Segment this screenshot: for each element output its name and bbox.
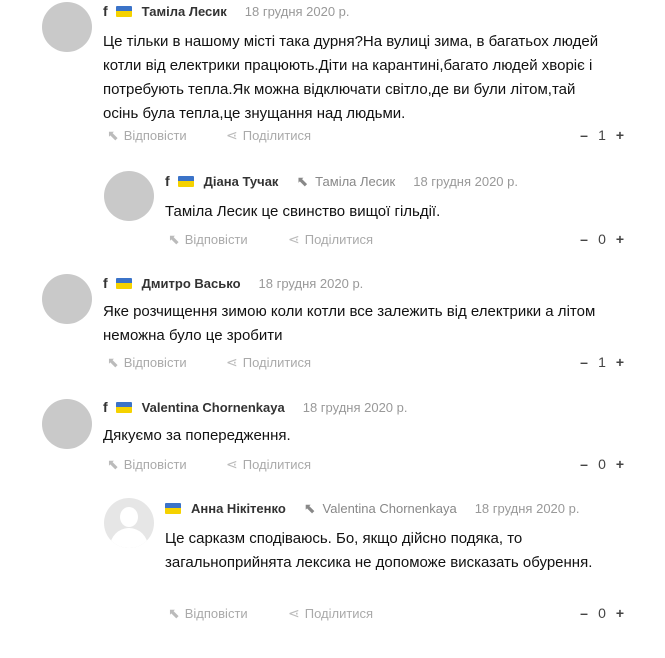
reply-button[interactable]: ⬉ Відповісти [107,354,187,371]
share-icon: ⋖ [226,456,238,472]
vote-control: – 1 + [577,354,627,370]
upvote-button[interactable]: + [613,127,627,143]
comment-actions: ⬉ Відповісти ⋖ Поділитися – 0 + [0,605,665,625]
comment-meta: Анна Нікітенко ⬉ Valentina Chornenkaya 18… [165,498,579,518]
share-button[interactable]: ⋖ Поділитися [288,605,373,622]
comment-actions: ⬉ Відповісти ⋖ Поділитися – 1 + [0,127,665,147]
reply-button[interactable]: ⬉ Відповісти [168,605,248,622]
comment-date[interactable]: 18 грудня 2020 р. [413,174,518,189]
downvote-button[interactable]: – [577,605,591,621]
avatar[interactable] [42,274,92,324]
avatar[interactable] [104,171,154,221]
vote-control: – 0 + [577,456,627,472]
reply-arrow-icon: ⬉ [296,172,309,189]
comment-text: Це тільки в нашому місті така дурня?На в… [103,33,599,122]
ukraine-flag-icon [177,175,194,187]
author-name[interactable]: Таміла Лесик [142,4,227,19]
share-icon: ⋖ [226,127,238,143]
comment-actions: ⬉ Відповісти ⋖ Поділитися – 0 + [0,231,665,251]
comment-actions: ⬉ Відповісти ⋖ Поділитися – 1 + [0,354,665,374]
comment-meta: f Діана Тучак ⬉ Таміла Лесик 18 грудня 20… [165,171,518,191]
vote-count: 0 [598,605,606,621]
facebook-icon: f [165,173,170,189]
share-button[interactable]: ⋖ Поділитися [288,231,373,248]
reply-arrow-icon: ⬉ [168,605,180,621]
avatar[interactable] [42,2,92,52]
reply-to[interactable]: ⬉ Valentina Chornenkaya [304,500,457,517]
reply-arrow-icon: ⬉ [168,231,180,247]
comment-date[interactable]: 18 грудня 2020 р. [259,276,364,291]
comment-text: Яке розчищення зимою коли котли все зале… [103,303,596,344]
reply-button[interactable]: ⬉ Відповісти [107,127,187,144]
upvote-button[interactable]: + [613,605,627,621]
downvote-button[interactable]: – [577,456,591,472]
share-button[interactable]: ⋖ Поділитися [226,456,311,473]
reply-button[interactable]: ⬉ Відповісти [107,456,187,473]
author-name[interactable]: Анна Нікітенко [191,501,286,516]
share-button[interactable]: ⋖ Поділитися [226,127,311,144]
share-icon: ⋖ [288,605,300,621]
downvote-button[interactable]: – [577,127,591,143]
vote-control: – 0 + [577,231,627,247]
downvote-button[interactable]: – [577,354,591,370]
facebook-icon: f [103,3,108,19]
avatar[interactable] [42,399,92,449]
ukraine-flag-icon [165,502,181,514]
vote-control: – 1 + [577,127,627,143]
reply-arrow-icon: ⬉ [107,456,119,472]
avatar-placeholder-icon [120,507,138,527]
author-name[interactable]: Дмитро Васько [142,276,241,291]
share-button[interactable]: ⋖ Поділитися [226,354,311,371]
reply-arrow-icon: ⬉ [303,499,316,516]
vote-count: 0 [598,456,606,472]
share-icon: ⋖ [226,354,238,370]
reply-arrow-icon: ⬉ [107,354,119,370]
vote-control: – 0 + [577,605,627,621]
downvote-button[interactable]: – [577,231,591,247]
reply-arrow-icon: ⬉ [107,127,119,143]
author-name[interactable]: Valentina Chornenkaya [142,400,285,415]
upvote-button[interactable]: + [613,456,627,472]
comment-meta: f Valentina Chornenkaya 18 грудня 2020 р… [103,397,408,417]
comment-date[interactable]: 18 грудня 2020 р. [245,4,350,19]
comment-text: Це сарказм сподіваюсь. Бо, якщо дійсно п… [165,530,593,571]
ukraine-flag-icon [115,5,132,17]
vote-count: 1 [598,354,606,370]
upvote-button[interactable]: + [613,354,627,370]
comment-meta: f Дмитро Васько 18 грудня 2020 р. [103,273,363,293]
comment-date[interactable]: 18 грудня 2020 р. [475,501,580,516]
vote-count: 0 [598,231,606,247]
ukraine-flag-icon [115,277,132,289]
comment-meta: f Таміла Лесик 18 грудня 2020 р. [103,1,350,21]
author-name[interactable]: Діана Тучак [204,174,279,189]
comment-text: Таміла Лесик це свинство вищої гільдії. [165,203,441,220]
reply-to[interactable]: ⬉ Таміла Лесик [296,173,395,190]
facebook-icon: f [103,275,108,291]
avatar[interactable] [104,498,154,548]
share-icon: ⋖ [288,231,300,247]
upvote-button[interactable]: + [613,231,627,247]
reply-button[interactable]: ⬉ Відповісти [168,231,248,248]
comment-date[interactable]: 18 грудня 2020 р. [303,400,408,415]
ukraine-flag-icon [115,401,132,413]
vote-count: 1 [598,127,606,143]
comment-actions: ⬉ Відповісти ⋖ Поділитися – 0 + [0,456,665,476]
facebook-icon: f [103,399,108,415]
comment-text: Дякуємо за попередження. [103,427,291,444]
